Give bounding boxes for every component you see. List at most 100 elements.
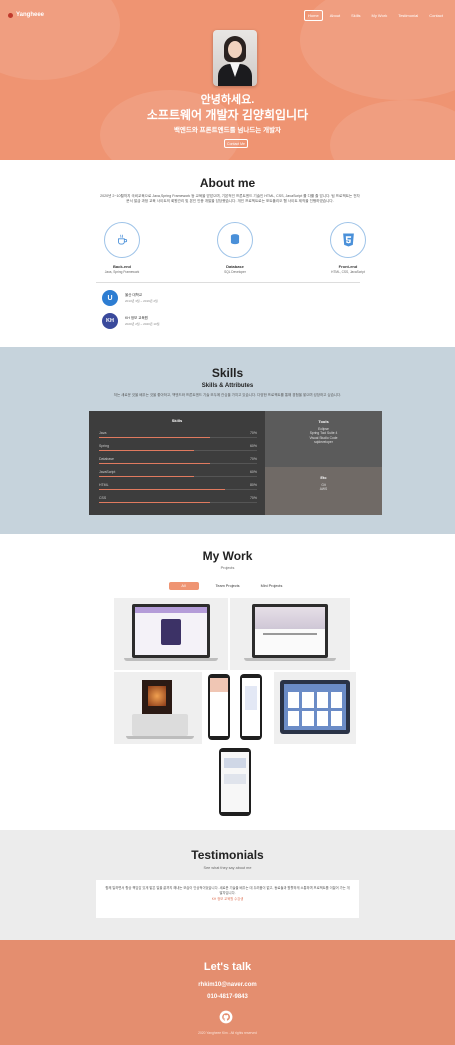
education-item: U 울산 대학교 2013년 3월 ~ 2019년 2월: [102, 290, 158, 306]
skill-bars-title: Skills: [171, 418, 183, 423]
copyright-text: 2020 Yangheee Kim - All rights reserved: [198, 1031, 257, 1035]
contact-me-button[interactable]: Contact Me: [224, 139, 248, 148]
etc-box: Etc Git AWS: [265, 467, 382, 515]
skill-row-label: CSS: [99, 496, 107, 500]
contact-title: Let's talk: [203, 961, 252, 973]
nav-item-home[interactable]: Home: [304, 9, 323, 21]
profile-photo: [213, 30, 257, 86]
nav-menu: Home About Skills My Work Testimonial Co…: [304, 9, 447, 21]
contact-email-link[interactable]: rhkim10@naver.com: [0, 982, 455, 988]
skill-row-percent: 70%: [249, 431, 257, 435]
work-title: My Work: [202, 549, 253, 563]
navbar: Yangheee Home About Skills My Work Testi…: [0, 0, 455, 30]
project-filters: All Team Projects Mini Projects: [0, 582, 455, 590]
skill-desc: SQL Developer: [224, 270, 246, 274]
skill-bar-fill: [99, 489, 226, 490]
skill-row-percent: 60%: [249, 470, 257, 474]
skill-name: Database: [226, 264, 244, 269]
html5-icon: [330, 222, 366, 258]
skill-desc: Java, Spring Framework: [104, 270, 140, 274]
hero-title: 소프트웨어 개발자 김양희입니다: [146, 108, 309, 122]
skill-row-label: HTML: [99, 483, 109, 487]
skill-name: Front-end: [338, 264, 358, 269]
skill-row-percent: 70%: [249, 496, 257, 500]
education-name: KH 정보 교육원: [125, 316, 148, 320]
education-date: 2013년 3월 ~ 2019년 2월: [125, 299, 158, 303]
project-thumbnail[interactable]: [216, 746, 254, 818]
testimonial-card: 함께 일하면서 항상 책임감 있게 맡은 일을 끝까지 해내는 모습이 인상적이…: [96, 880, 359, 918]
project-thumbnail[interactable]: [230, 598, 350, 670]
skill-row: Database 70%: [99, 457, 257, 467]
about-text: 2020년 2~10월까지 국비교육으로 Java,Spring Framewo…: [100, 194, 360, 203]
education-name: 울산 대학교: [125, 293, 143, 297]
filter-mini-projects-button[interactable]: Mini Projects: [257, 582, 287, 590]
skill-name: Back-end: [112, 264, 131, 269]
skill-row: HTML 80%: [99, 483, 257, 493]
github-icon[interactable]: [219, 1010, 233, 1024]
skill-row: JavaScript 60%: [99, 470, 257, 480]
project-thumbnail[interactable]: [204, 672, 272, 744]
hero-subtitle: 백엔드와 프론트엔드를 넘나드는 개발자: [173, 127, 282, 134]
nav-item-contact[interactable]: Contact: [425, 10, 447, 21]
tools-box: Tools Eclipse Spring Tool Suite 4 Visual…: [265, 411, 382, 467]
project-thumbnail[interactable]: [274, 672, 356, 744]
skill-row-percent: 60%: [249, 444, 257, 448]
skill-row-percent: 80%: [249, 483, 257, 487]
contact-phone: 010-4817-9843: [207, 994, 248, 1000]
skill-bars: Skills Java 70% Spring 60% Database 70% …: [89, 411, 265, 515]
testimonial-author: KH 정보 교육원 수강생: [211, 897, 244, 902]
database-icon: [217, 222, 253, 258]
skills-title: Skills: [211, 366, 244, 380]
etc-title: Etc: [320, 475, 327, 480]
skill-row: Spring 60%: [99, 444, 257, 454]
skill-card-frontend: Front-end HTML, CSS, JavaScript: [288, 222, 408, 274]
skill-row-label: Spring: [99, 444, 110, 448]
nav-item-skills[interactable]: Skills: [347, 10, 364, 21]
skill-row: Java 70%: [99, 431, 257, 441]
nav-item-testimonial[interactable]: Testimonial: [394, 10, 422, 21]
skill-desc: HTML, CSS, JavaScript: [331, 270, 365, 274]
skill-row-label: Java: [99, 431, 107, 435]
brand-dot-icon: [8, 12, 13, 18]
testimonials-title: Testimonials: [191, 848, 264, 862]
about-section: About me 2020년 2~10월까지 국비교육으로 Java,Sprin…: [0, 160, 455, 347]
education-date: 2020년 2월 ~ 2020년 10월: [125, 322, 160, 326]
skill-bar-fill: [99, 476, 194, 477]
project-thumbnail[interactable]: [114, 598, 228, 670]
ulsan-university-logo-icon: U: [102, 290, 118, 306]
skill-row-label: Database: [99, 457, 114, 461]
nav-item-about[interactable]: About: [326, 10, 344, 21]
skill-card-backend: Back-end Java, Spring Framework: [62, 222, 182, 274]
skills-panel: Skills Java 70% Spring 60% Database 70% …: [89, 411, 382, 515]
skill-bar-fill: [99, 502, 210, 503]
skill-row-label: JavaScript: [99, 470, 116, 474]
testimonials-section: Testimonials See what they say about me …: [0, 830, 455, 940]
skills-subtitle: Skills & Attributes: [201, 383, 254, 389]
filter-all-button[interactable]: All: [168, 582, 199, 590]
hero-greeting: 안녕하세요.: [200, 94, 255, 106]
skill-row: CSS 70%: [99, 496, 257, 506]
education-item: KH KH 정보 교육원 2020년 2월 ~ 2020년 10월: [102, 313, 159, 329]
brand-logo[interactable]: Yangheee: [8, 12, 44, 18]
skill-card-database: Database SQL Developer: [175, 222, 295, 274]
work-section: My Work Projects All Team Projects Mini …: [0, 534, 455, 830]
skill-row-percent: 70%: [249, 457, 257, 461]
about-title: About me: [199, 176, 256, 190]
filter-team-projects-button[interactable]: Team Projects: [213, 582, 243, 590]
project-thumbnail[interactable]: [114, 672, 202, 744]
testimonials-subtitle: See what they say about me: [203, 866, 252, 870]
tools-title: Tools: [318, 419, 329, 424]
nav-item-my-work[interactable]: My Work: [367, 10, 391, 21]
skill-bar-fill: [99, 450, 194, 451]
testimonial-text: 함께 일하면서 항상 책임감 있게 맡은 일을 끝까지 해내는 모습이 인상적이…: [105, 886, 350, 895]
work-subtitle: Projects: [220, 566, 235, 570]
skills-text: 저는 새로운 것을 배우는 것을 좋아하고, 백엔드와 프론트엔드 기술 모두에…: [113, 393, 342, 397]
tool-item: sqldeveloper: [314, 440, 333, 445]
skill-bar-fill: [99, 463, 210, 464]
skills-section: Skills Skills & Attributes 저는 새로운 것을 배우는…: [0, 347, 455, 534]
contact-section: Let's talk rhkim10@naver.com 010-4817-98…: [0, 940, 455, 1045]
skill-bar-fill: [99, 437, 210, 438]
about-divider: [96, 282, 360, 283]
brand-name: Yangheee: [16, 12, 45, 18]
coffee-icon: [104, 222, 140, 258]
